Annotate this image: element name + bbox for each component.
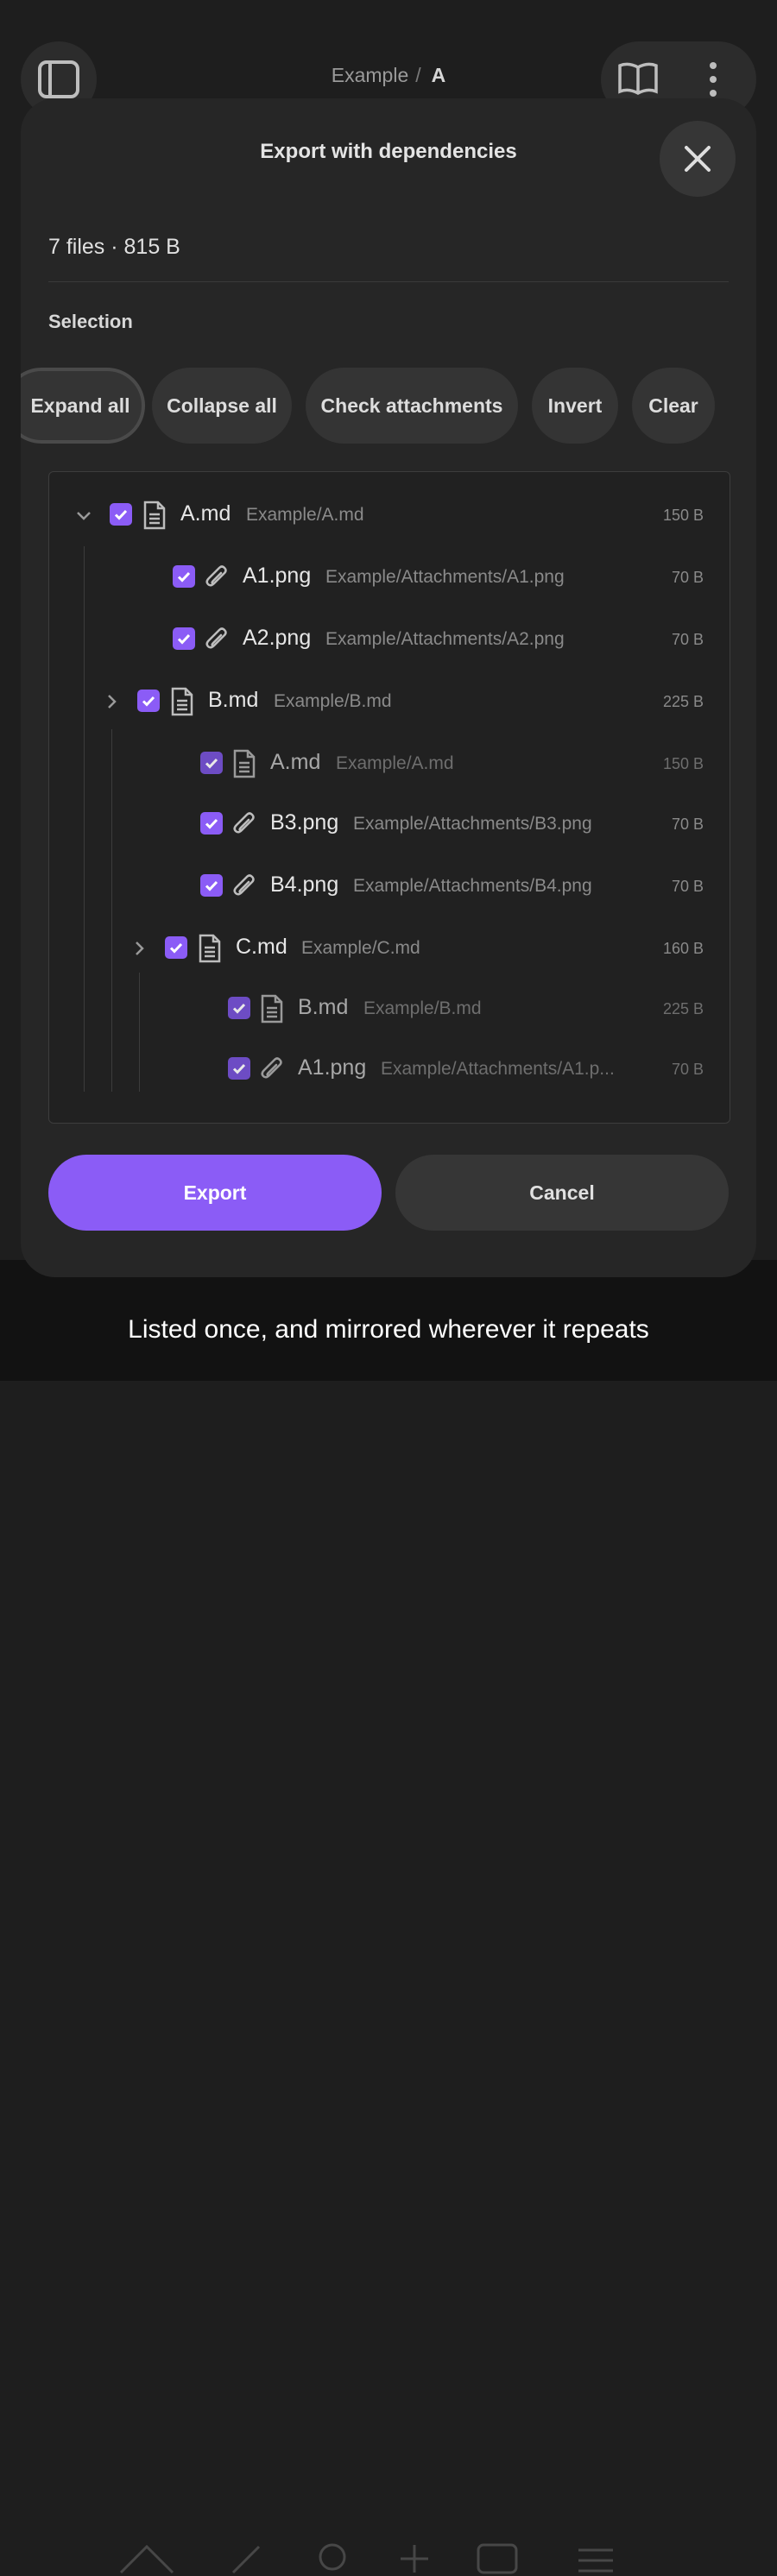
checkbox-checked[interactable] xyxy=(200,874,223,897)
file-name: B3.png xyxy=(270,810,339,835)
file-size: 150 B xyxy=(662,755,704,772)
checkbox-checked[interactable] xyxy=(173,565,195,588)
attachment-icon xyxy=(233,812,255,834)
file-path: Example/Attachments/B4.png xyxy=(353,876,592,896)
file-icon xyxy=(233,749,256,778)
file-size: 70 B xyxy=(671,816,704,833)
expand-all-button[interactable]: Expand all xyxy=(21,368,145,444)
file-name: C.md xyxy=(236,935,287,959)
file-name: A.md xyxy=(270,750,321,774)
file-name: B.md xyxy=(208,688,259,712)
attachment-icon xyxy=(205,565,227,587)
file-path: Example/Attachments/A2.png xyxy=(325,629,565,649)
file-icon xyxy=(143,501,166,530)
file-size: 225 B xyxy=(662,1000,704,1017)
file-name: A.md xyxy=(180,501,231,526)
file-path: Example/Attachments/A1.png xyxy=(325,567,565,587)
tree-row-a1-png[interactable]: A1.png Example/Attachments/A1.png 70 B xyxy=(49,546,730,608)
file-size: 160 B xyxy=(662,940,704,957)
tree-row-a2-png[interactable]: A2.png Example/Attachments/A2.png 70 B xyxy=(49,608,730,671)
file-path: Example/A.md xyxy=(336,753,454,773)
checkbox-checked[interactable] xyxy=(110,503,132,526)
check-attachments-button[interactable]: Check attachments xyxy=(306,368,518,444)
close-button[interactable] xyxy=(660,121,736,197)
breadcrumb-current: A xyxy=(431,64,446,86)
file-name: A2.png xyxy=(243,626,312,650)
export-button[interactable]: Export xyxy=(48,1155,382,1231)
file-icon xyxy=(199,934,221,963)
checkbox-checked[interactable] xyxy=(173,627,195,650)
file-size: 150 B xyxy=(662,507,704,524)
cancel-button[interactable]: Cancel xyxy=(395,1155,729,1231)
export-summary: 7 files · 815 B xyxy=(48,235,180,259)
file-path: Example/B.md xyxy=(363,998,482,1018)
attachment-icon xyxy=(205,627,227,649)
file-size: 70 B xyxy=(671,878,704,895)
close-icon xyxy=(685,146,711,172)
dependency-tree: A.md Example/A.md 150 B A1.png Example/A… xyxy=(48,471,730,1124)
tree-row-a-md-repeat[interactable]: A.md Example/A.md 150 B xyxy=(49,733,730,795)
tree-row-b-md[interactable]: B.md Example/B.md 225 B xyxy=(49,671,730,733)
invert-button[interactable]: Invert xyxy=(532,368,618,444)
checkbox-checked[interactable] xyxy=(228,997,250,1019)
chevron-right-icon[interactable] xyxy=(129,938,149,959)
file-name: B4.png xyxy=(270,872,339,897)
file-path: Example/B.md xyxy=(274,691,392,711)
checkbox-checked[interactable] xyxy=(200,812,223,835)
reading-view-icon[interactable] xyxy=(616,59,660,100)
file-size: 225 B xyxy=(662,693,704,710)
checkbox-checked[interactable] xyxy=(165,936,187,959)
chevron-right-icon[interactable] xyxy=(101,691,122,712)
attachment-icon xyxy=(233,874,255,896)
chevron-down-icon[interactable] xyxy=(73,505,94,526)
export-dialog: Export with dependencies 7 files · 815 B… xyxy=(21,98,756,1277)
file-path: Example/Attachments/A1.p... xyxy=(381,1059,615,1079)
file-name: A1.png xyxy=(243,564,312,588)
selection-label: Selection xyxy=(48,311,133,332)
breadcrumb-separator: / xyxy=(415,64,421,86)
breadcrumb-parent[interactable]: Example xyxy=(332,64,408,86)
divider xyxy=(48,281,729,282)
bottom-navigation-bar: Listed once, and mirrored wherever it re… xyxy=(0,1260,777,2574)
checkbox-checked[interactable] xyxy=(228,1057,250,1080)
tree-row-b3-png[interactable]: B3.png Example/Attachments/B3.png 70 B xyxy=(49,793,730,855)
file-path: Example/A.md xyxy=(246,505,364,525)
collapse-all-button[interactable]: Collapse all xyxy=(152,368,292,444)
bottom-toolbar-icons xyxy=(119,2543,613,2574)
file-size: 70 B xyxy=(671,569,704,586)
tree-row-a1-png-repeat[interactable]: A1.png Example/Attachments/A1.p... 70 B xyxy=(49,1038,730,1100)
tree-row-c-md[interactable]: C.md Example/C.md 160 B xyxy=(49,917,730,979)
tree-row-b-md-repeat[interactable]: B.md Example/B.md 225 B xyxy=(49,978,730,1040)
checkbox-checked[interactable] xyxy=(137,690,160,712)
file-path: Example/Attachments/B3.png xyxy=(353,814,592,834)
tree-row-b4-png[interactable]: B4.png Example/Attachments/B4.png 70 B xyxy=(49,855,730,917)
file-name: B.md xyxy=(298,995,349,1019)
tree-row-a-md[interactable]: A.md Example/A.md 150 B xyxy=(49,484,730,546)
file-path: Example/C.md xyxy=(301,938,420,958)
file-size: 70 B xyxy=(671,1061,704,1078)
file-name: A1.png xyxy=(298,1055,367,1080)
clear-button[interactable]: Clear xyxy=(632,368,715,444)
dialog-title: Export with dependencies xyxy=(260,140,517,163)
attachment-icon xyxy=(261,1057,282,1079)
file-icon xyxy=(261,994,283,1023)
checkbox-checked[interactable] xyxy=(200,752,223,774)
more-options-icon[interactable] xyxy=(701,59,725,100)
caption: Listed once, and mirrored wherever it re… xyxy=(128,1315,649,1344)
file-size: 70 B xyxy=(671,631,704,648)
file-icon xyxy=(171,687,193,716)
